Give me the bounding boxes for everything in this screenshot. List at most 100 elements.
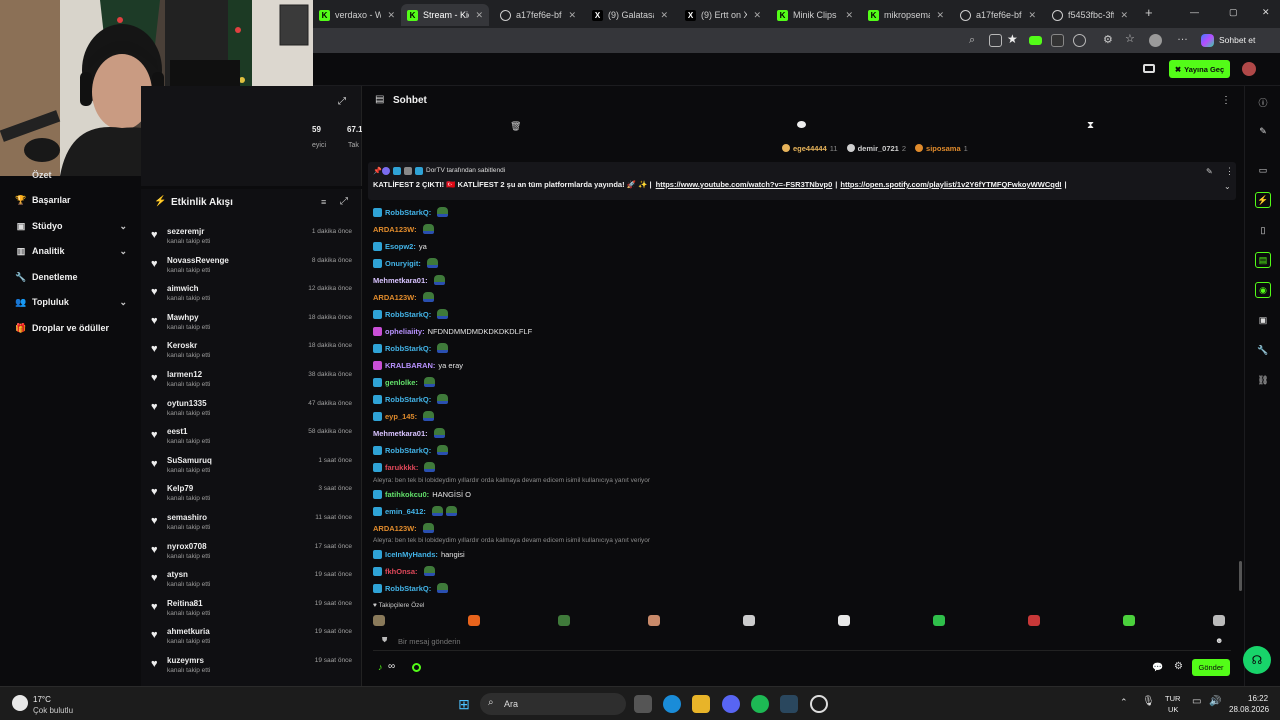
activity-item[interactable]: ♥ ahmetkuria kanalı takip etti 19 saat önce	[141, 624, 362, 652]
chat-username[interactable]: opheliaiity:	[385, 327, 425, 336]
profile-avatar[interactable]	[1149, 34, 1162, 47]
chat-username[interactable]: fatihkokcu0:	[385, 490, 429, 499]
chat-input-box[interactable]: ⛊ ☻	[373, 632, 1231, 651]
link-icon[interactable]: ⛓	[1255, 372, 1271, 388]
chat-username[interactable]: RobbStarkQ:	[385, 446, 431, 455]
network-icon[interactable]: ▭	[1192, 696, 1201, 707]
chat-username[interactable]: RobbStarkQ:	[385, 344, 431, 353]
lang-label-2[interactable]: UK	[1168, 705, 1178, 714]
emote-button[interactable]	[1213, 615, 1225, 626]
weather-temp[interactable]: 17°C	[33, 695, 51, 704]
activity-item[interactable]: ♥ atysn kanalı takip etti 19 saat önce	[141, 567, 362, 595]
stream-icon[interactable]: ▭	[1255, 162, 1271, 178]
chat-username[interactable]: farukkkk:	[385, 463, 418, 472]
sidebar-partial-item[interactable]: Özet	[32, 170, 52, 180]
chat-message[interactable]: genlolke:	[373, 375, 435, 389]
new-tab-icon[interactable]: +	[1145, 5, 1153, 20]
browser-tab[interactable]: X (9) Ertt on X: "r ✕	[679, 4, 767, 26]
chat-username[interactable]: emin_6412:	[385, 507, 426, 516]
chat-username[interactable]: eyp_145:	[385, 412, 417, 421]
send-button[interactable]: Gönder	[1192, 659, 1230, 676]
browser-tab[interactable]: K Minik Clips - W ✕	[771, 4, 859, 26]
emote-button[interactable]	[1028, 615, 1040, 626]
close-tab-icon[interactable]: ✕	[568, 10, 576, 21]
extension-icon[interactable]	[1051, 34, 1064, 47]
chat-message[interactable]: KRALBARAN: ya eray	[373, 358, 463, 372]
chat-message[interactable]: IceInMyHands: hangisi	[373, 547, 465, 561]
emote-button[interactable]	[373, 615, 385, 626]
chat-username[interactable]: fkhOnsa:	[385, 567, 418, 576]
chat-message[interactable]: fkhOnsa:	[373, 564, 435, 578]
taskbar-search[interactable]: ⌕ Ara	[480, 693, 626, 715]
zoom-icon[interactable]: ⌕	[969, 34, 982, 47]
weather-icon[interactable]	[12, 695, 28, 711]
chat-message[interactable]: RobbStarkQ:	[373, 307, 449, 321]
close-tab-icon[interactable]: ✕	[387, 10, 395, 21]
activity-item[interactable]: ♥ oytun1335 kanalı takip etti 47 dakika önc…	[141, 396, 362, 424]
chat-input[interactable]	[398, 633, 1198, 649]
document-icon[interactable]: ▯	[1255, 222, 1271, 238]
discord-icon[interactable]	[722, 695, 740, 713]
chat-message[interactable]: RobbStarkQ:	[373, 341, 449, 355]
chat-scrollbar[interactable]	[1239, 561, 1242, 591]
shield-icon[interactable]: ⛊	[382, 637, 387, 645]
microphone-icon[interactable]: 🎙	[1142, 696, 1155, 707]
activity-item[interactable]: ♥ semashiro kanalı takip etti 11 saat önce	[141, 510, 362, 538]
edit-icon[interactable]: ✎	[1255, 123, 1271, 139]
chat-message[interactable]: ARDA123W:	[373, 222, 434, 236]
chevron-up-icon[interactable]: ⌃	[1120, 697, 1128, 708]
chat-message[interactable]: ARDA123W:	[373, 521, 434, 535]
chat-username[interactable]: RobbStarkQ:	[385, 310, 431, 319]
browser-tab[interactable]: X (9) Galatasaray ✕	[586, 4, 674, 26]
chat-username[interactable]: RobbStarkQ:	[385, 584, 431, 593]
emote-button[interactable]	[838, 615, 850, 626]
windows-start-icon[interactable]: ⊞	[455, 695, 473, 713]
go-live-button[interactable]: ✖ Yayına Geç	[1169, 60, 1230, 78]
sidebar-item[interactable]: 🎁 Droplar ve ödüller	[0, 318, 141, 338]
emote-button[interactable]	[558, 615, 570, 626]
close-tab-icon[interactable]: ✕	[660, 10, 668, 21]
emote-button[interactable]	[743, 615, 755, 626]
chat-message[interactable]: RobbStarkQ:	[373, 392, 449, 406]
sidebar-item[interactable]: 🔧 Denetleme	[0, 267, 141, 287]
activity-item[interactable]: ♥ Keroskr kanalı takip etti 18 dakika önce	[141, 338, 362, 366]
browser-tab[interactable]: Kverdaxo - Watc ✕	[313, 4, 401, 26]
activity-icon[interactable]: ⚡	[1255, 192, 1271, 208]
activity-item[interactable]: ♥ Reitina81 kanalı takip etti 19 saat önce	[141, 596, 362, 624]
app-icon[interactable]	[810, 695, 828, 713]
extension-circle-icon[interactable]	[1073, 34, 1086, 47]
chat-username[interactable]: genlolke:	[385, 378, 418, 387]
activity-item[interactable]: ♥ aimwich kanalı takip etti 12 dakika önce	[141, 281, 362, 309]
points-icon[interactable]: ♪	[378, 662, 383, 672]
emote-button[interactable]	[933, 615, 945, 626]
activity-item[interactable]: ♥ Mawhpy kanalı takip etti 18 dakika önce	[141, 310, 362, 338]
chat-message[interactable]: emin_6412:	[373, 504, 457, 518]
browser-tab[interactable]: a17fef6e-bfe9- ✕	[494, 4, 582, 26]
reader-icon[interactable]	[989, 34, 1002, 47]
chat-username[interactable]: ARDA123W:	[373, 524, 417, 533]
chat-username[interactable]: RobbStarkQ:	[385, 395, 431, 404]
copilot-icon[interactable]	[1201, 34, 1214, 47]
spotify-icon[interactable]	[751, 695, 769, 713]
activity-item[interactable]: ♥ SuSamuruq kanalı takip etti 1 saat önce	[141, 453, 362, 481]
sidebar-item[interactable]: 🏆 Başarılar	[0, 190, 141, 210]
close-tab-icon[interactable]: ✕	[936, 10, 944, 21]
chat-message[interactable]: Mehmetkara01:	[373, 426, 445, 440]
browser-tab[interactable]: a17fef6e-bfe9- ✕	[954, 4, 1042, 26]
close-tab-icon[interactable]: ✕	[845, 10, 853, 21]
chat-message[interactable]: Mehmetkara01:	[373, 273, 445, 287]
more-icon[interactable]: …	[1177, 31, 1190, 44]
prediction-icon[interactable]	[412, 663, 421, 672]
chat-username[interactable]: IceInMyHands:	[385, 550, 438, 559]
close-tab-icon[interactable]: ✕	[1120, 10, 1128, 21]
circle-icon[interactable]: ◉	[1255, 282, 1271, 298]
weather-desc[interactable]: Çok bulutlu	[33, 706, 73, 715]
activity-item[interactable]: ♥ kuzeymrs kanalı takip etti 19 saat önce	[141, 653, 362, 681]
activity-item[interactable]: ♥ sezeremjr kanalı takip etti 1 dakika önce	[141, 224, 362, 252]
emote-button[interactable]	[1123, 615, 1135, 626]
support-chat-button[interactable]: ☊	[1243, 646, 1271, 674]
archive-icon[interactable]: ▣	[1255, 312, 1271, 328]
volume-icon[interactable]: 🔊	[1209, 696, 1221, 707]
emote-button[interactable]	[468, 615, 480, 626]
favorites-icon[interactable]: ☆	[1125, 32, 1138, 45]
